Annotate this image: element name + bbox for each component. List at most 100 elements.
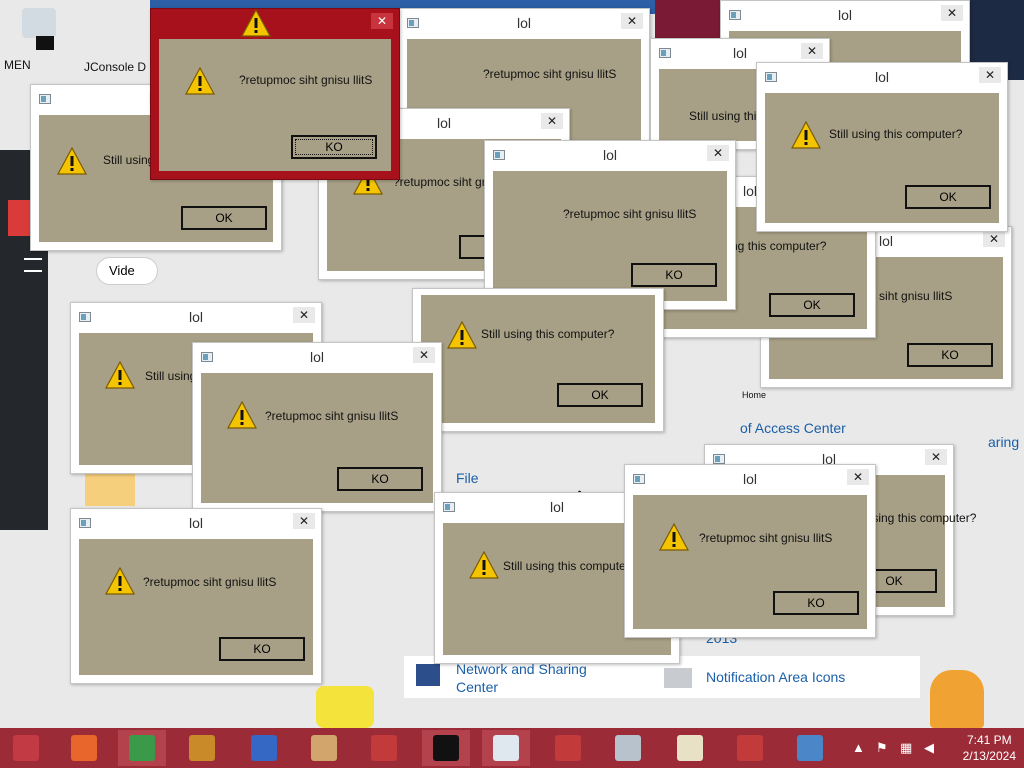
ko-button[interactable]: KO xyxy=(907,343,993,367)
warning-icon xyxy=(227,401,257,429)
dialog-title: lol xyxy=(837,7,852,23)
window-icon xyxy=(39,94,51,104)
app-icon-1 xyxy=(251,735,277,761)
ko-button[interactable]: KO xyxy=(219,637,305,661)
action-center-flag-icon[interactable]: ⚑ xyxy=(876,740,888,756)
window-icon xyxy=(79,312,91,322)
desktop-red-art xyxy=(655,0,725,40)
pineapple-house xyxy=(930,670,984,728)
start-orb-icon xyxy=(13,735,39,761)
bonzi-icon xyxy=(189,735,215,761)
close-button[interactable]: ✕ xyxy=(371,13,393,29)
dialog-title: lol xyxy=(602,147,617,163)
toolbox-icon-3 xyxy=(737,735,763,761)
clock[interactable]: 7:41 PM 2/13/2024 xyxy=(963,732,1016,764)
taskbar-firefox-button[interactable] xyxy=(60,730,108,766)
window-icon xyxy=(443,502,455,512)
close-button[interactable]: ✕ xyxy=(983,231,1005,247)
video-chip[interactable]: Vide xyxy=(96,257,158,285)
window-icon xyxy=(765,72,777,82)
ko-button[interactable]: KO xyxy=(291,135,377,159)
window-icon xyxy=(493,735,519,761)
clock-time: 7:41 PM xyxy=(966,733,1012,747)
dialog-message: ?retupmoc siht gnisu llitS xyxy=(699,531,833,545)
ko-button[interactable]: KO xyxy=(773,591,859,615)
hamburger-icon[interactable] xyxy=(24,258,42,272)
file-link[interactable]: File xyxy=(456,470,479,486)
lol-dialog-active: ✕ ?retupmoc siht gnisu llitS KO xyxy=(150,8,400,180)
close-button[interactable]: ✕ xyxy=(941,5,963,21)
home-label: Home xyxy=(742,390,767,400)
window-icon xyxy=(493,150,505,160)
dialog-message: Still using this computer? xyxy=(481,327,615,341)
network-tray-icon[interactable]: ▦ xyxy=(900,740,912,756)
close-button[interactable]: ✕ xyxy=(293,307,315,323)
taskbar-toolbox-icon-1-button[interactable] xyxy=(360,730,408,766)
cmd-desktop-icon[interactable] xyxy=(36,36,54,50)
close-button[interactable]: ✕ xyxy=(979,67,1001,83)
close-button[interactable]: ✕ xyxy=(801,43,823,59)
notification-icon xyxy=(664,668,692,688)
taskbar-toolbox-icon-2-button[interactable] xyxy=(544,730,592,766)
cmd-icon xyxy=(433,735,459,761)
lol-dialog: Still using this computer? OK xyxy=(412,288,664,432)
network-icon xyxy=(416,664,440,686)
toolbox-icon-2 xyxy=(555,735,581,761)
taskbar-bonzi-button[interactable] xyxy=(178,730,226,766)
ok-button[interactable]: OK xyxy=(181,206,267,230)
warning-icon xyxy=(659,523,689,551)
close-button[interactable]: ✕ xyxy=(293,513,315,529)
close-button[interactable]: ✕ xyxy=(621,13,643,29)
dialog-title: lol xyxy=(188,309,203,325)
lol-dialog: lol ✕ ?retupmoc siht gnisu llitS KO xyxy=(70,508,322,684)
dialog-message: ?retupmoc siht gnisu llitS xyxy=(143,575,277,589)
ok-button[interactable]: OK xyxy=(905,185,991,209)
sharing-text: aring xyxy=(988,434,1020,450)
volume-muted-icon[interactable]: ◀ xyxy=(924,740,934,756)
menu-text: MEN xyxy=(4,58,31,72)
console-text: JConsole D xyxy=(84,60,147,74)
window-icon xyxy=(713,454,725,464)
ko-button[interactable]: KO xyxy=(631,263,717,287)
close-button[interactable]: ✕ xyxy=(847,469,869,485)
taskbar-cmd-button[interactable] xyxy=(422,730,470,766)
window-icon xyxy=(633,474,645,484)
close-button[interactable]: ✕ xyxy=(413,347,435,363)
taskbar-app-icon-1-button[interactable] xyxy=(240,730,288,766)
ok-button[interactable]: OK xyxy=(769,293,855,317)
taskbar-control-panel-button[interactable] xyxy=(786,730,834,766)
taskbar-start-orb-button[interactable] xyxy=(2,730,50,766)
taskbar-computer-button[interactable] xyxy=(604,730,652,766)
wordpad-icon xyxy=(677,735,703,761)
notification-area-link[interactable]: Notification Area Icons xyxy=(706,669,845,685)
warning-icon xyxy=(791,121,821,149)
taskbar-toolbox-icon-3-button[interactable] xyxy=(726,730,774,766)
ok-button[interactable]: OK xyxy=(557,383,643,407)
dialog-message: ?retupmoc siht gnisu llitS xyxy=(265,409,399,423)
dialog-title: lol xyxy=(516,15,531,31)
dialog-message: ?retupmoc siht gnisu llitS xyxy=(239,73,373,87)
dialog-title: lol xyxy=(742,471,757,487)
taskbar-timmy-button[interactable] xyxy=(300,730,348,766)
tray-overflow-icon[interactable]: ▲ xyxy=(852,740,865,755)
close-button[interactable]: ✕ xyxy=(707,145,729,161)
taskbar-wordpad-button[interactable] xyxy=(666,730,714,766)
clock-date: 2/13/2024 xyxy=(962,749,1016,763)
warning-icon xyxy=(469,551,499,579)
close-button[interactable]: ✕ xyxy=(925,449,947,465)
ko-button[interactable]: KO xyxy=(337,467,423,491)
warning-icon xyxy=(185,67,215,95)
lol-dialog: lol ✕ Still using this computer? OK xyxy=(756,62,1008,232)
dialog-title: lol xyxy=(732,45,747,61)
yellow-panel xyxy=(85,470,135,506)
dialog-title: lol xyxy=(188,515,203,531)
taskbar: ▲ ⚑ ▦ ◀ 7:41 PM 2/13/2024 xyxy=(0,728,1024,768)
taskbar-chrome-button[interactable] xyxy=(118,730,166,766)
access-center-link[interactable]: of Access Center xyxy=(740,420,846,436)
taskbar-window-button[interactable] xyxy=(482,730,530,766)
recycle-bin-icon[interactable] xyxy=(22,8,56,38)
timmy-icon xyxy=(311,735,337,761)
chrome-icon xyxy=(129,735,155,761)
close-button[interactable]: ✕ xyxy=(541,113,563,129)
network-sharing-link[interactable]: Network and Sharing Center xyxy=(456,660,626,696)
